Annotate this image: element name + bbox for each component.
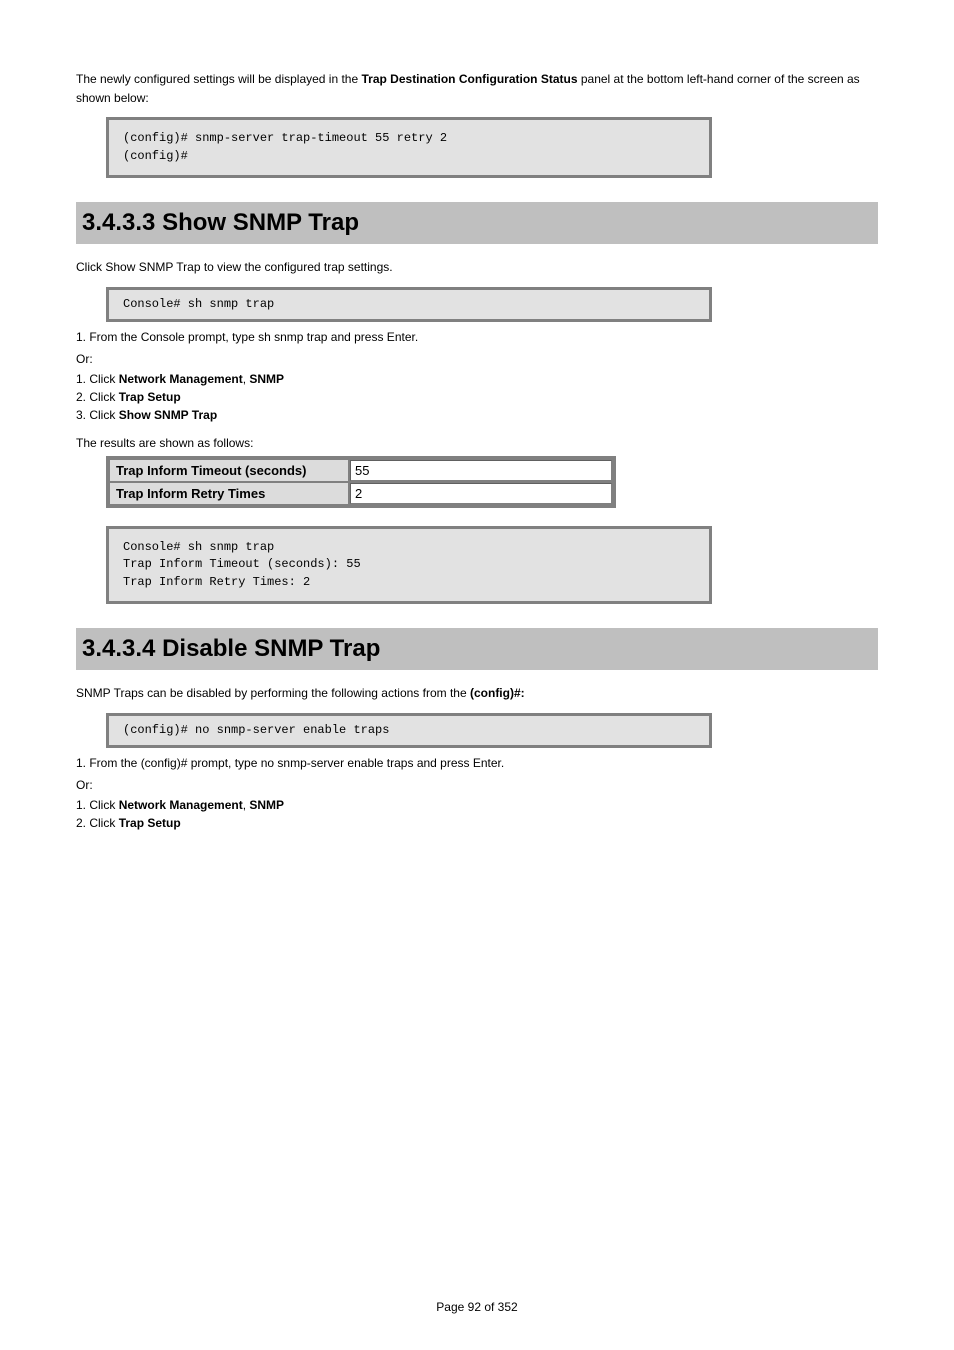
step-1-console: 1. From the Console prompt, type sh snmp… [76, 330, 878, 344]
text: 1. Click [76, 798, 119, 812]
text: 3. Click [76, 408, 119, 422]
config-prompt: (config)#: [470, 686, 525, 700]
stepB-or: Or: [76, 778, 878, 792]
text: 1. Click [76, 372, 119, 386]
text: The newly configured settings will be di… [76, 72, 362, 86]
stepB-2-gui: 2. Click Trap Setup [76, 816, 878, 830]
cell-trap-inform-timeout-value [349, 459, 613, 482]
text: 2. Click [76, 390, 119, 404]
section-heading-disable-snmp-trap: 3.4.3.4 Disable SNMP Trap [76, 628, 878, 670]
page-footer: Page 92 of 352 [0, 1300, 954, 1314]
menu-snmp: SNMP [249, 372, 284, 386]
trap-inform-retry-input[interactable] [350, 483, 612, 504]
stepB-1-console: 1. From the (config)# prompt, type no sn… [76, 756, 878, 770]
menu-network-management-2: Network Management [119, 798, 243, 812]
stepB-1-gui: 1. Click Network Management, SNMP [76, 798, 878, 812]
step-or: Or: [76, 352, 878, 366]
panel-name: Trap Destination Configuration Status [362, 72, 578, 86]
trap-inform-timeout-input[interactable] [350, 460, 612, 481]
menu-show-snmp-trap: Show SNMP Trap [119, 408, 217, 422]
menu-trap-setup-2: Trap Setup [119, 816, 181, 830]
text: to view the configured trap settings. [201, 260, 393, 274]
label-trap-inform-retry: Trap Inform Retry Times [109, 482, 349, 505]
step-1-gui: 1. Click Network Management, SNMP [76, 372, 878, 386]
text: 2. Click [76, 816, 119, 830]
section-heading-show-snmp-trap: 3.4.3.3 Show SNMP Trap [76, 202, 878, 244]
code-block-sh-snmp-trap-result: Console# sh snmp trap Trap Inform Timeou… [106, 526, 712, 604]
menu-network-management: Network Management [119, 372, 243, 386]
cell-trap-inform-retry-value [349, 482, 613, 505]
intro-paragraph: The newly configured settings will be di… [76, 70, 878, 107]
section2-intro: SNMP Traps can be disabled by performing… [76, 684, 878, 703]
results-intro: The results are shown as follows: [76, 436, 878, 450]
code-block-trap-timeout: (config)# snmp-server trap-timeout 55 re… [106, 117, 712, 178]
menu-snmp-2: SNMP [249, 798, 284, 812]
text: SNMP Traps can be disabled by performing… [76, 686, 470, 700]
menu-trap-setup: Trap Setup [119, 390, 181, 404]
show-snmp-trap-link[interactable]: Show SNMP Trap [105, 260, 200, 274]
text: Click [76, 260, 105, 274]
step-3-gui: 3. Click Show SNMP Trap [76, 408, 878, 422]
step-2-gui: 2. Click Trap Setup [76, 390, 878, 404]
table-row: Trap Inform Retry Times [109, 482, 613, 505]
trap-settings-table: Trap Inform Timeout (seconds) Trap Infor… [106, 456, 616, 508]
table-row: Trap Inform Timeout (seconds) [109, 459, 613, 482]
label-trap-inform-timeout: Trap Inform Timeout (seconds) [109, 459, 349, 482]
code-block-sh-snmp-trap: Console# sh snmp trap [106, 287, 712, 322]
section1-intro: Click Show SNMP Trap to view the configu… [76, 258, 878, 277]
code-block-no-snmp-enable-traps: (config)# no snmp-server enable traps [106, 713, 712, 748]
